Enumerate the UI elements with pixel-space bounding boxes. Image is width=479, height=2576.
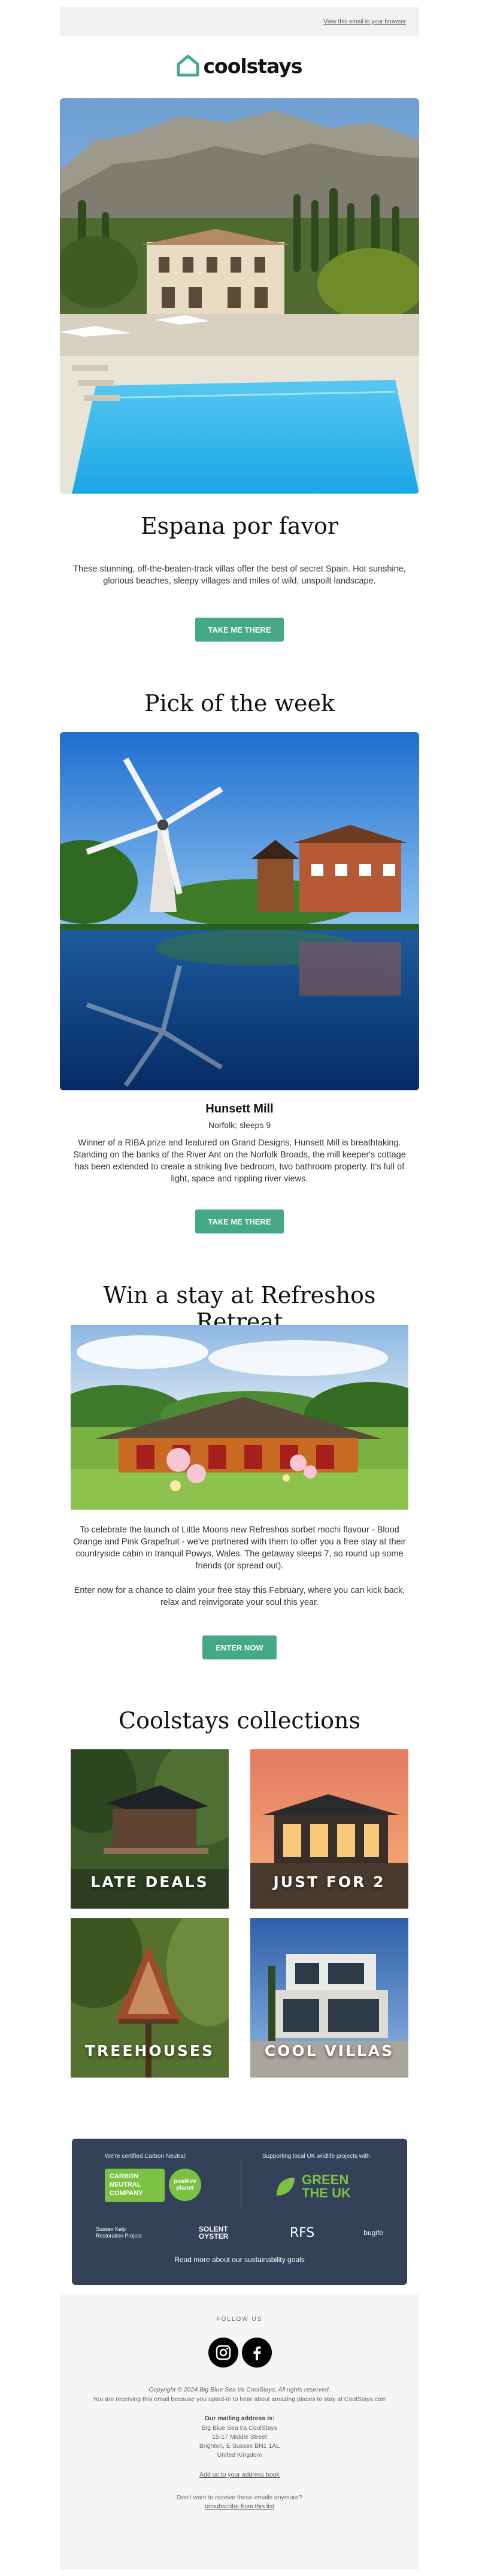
sustainability-link[interactable]: Read more about our sustainability goals (72, 2255, 407, 2264)
preheader-bar: View this email in your browser (60, 7, 419, 36)
footer: FOLLOW US Copyright © 2024 Big Blue Sea … (60, 2294, 419, 2570)
collection-label: TREEHOUSES (84, 2042, 215, 2060)
collection-late-deals[interactable]: LATE DEALS (71, 1749, 229, 1909)
collection-label: COOL VILLAS (264, 2042, 395, 2060)
enter-now-button[interactable]: ENTER NOW (202, 1635, 277, 1659)
collection-cool-villas[interactable]: COOL VILLAS (250, 1918, 408, 2078)
pick-text: Winner of a RIBA prize and featured on G… (73, 1138, 406, 1184)
sussex-kelp-logo: Sussex Kelp Restoration Project (96, 2226, 142, 2239)
add-to-address-book-link[interactable]: Add us to your address book (60, 2471, 419, 2480)
follow-us-label: FOLLOW US (216, 2316, 263, 2323)
brand-name: coolstays (203, 54, 302, 78)
unsubscribe-question: Don't want to receive these emails anymo… (177, 2494, 302, 2501)
instagram-icon[interactable] (208, 2338, 238, 2368)
carbon-neutral-heading: We're certified Carbon Neutral: (105, 2153, 187, 2160)
rfs-logo: RFS (289, 2225, 315, 2241)
copyright-text: Copyright © 2024 Big Blue Sea t/a CoolSt… (148, 2386, 331, 2393)
hero-cta-button[interactable]: TAKE ME THERE (195, 618, 284, 642)
address-line: Brighton, E Sussex BN1 1AL (199, 2442, 280, 2450)
collection-label: JUST FOR 2 (273, 1873, 386, 1891)
pick-location: Norfolk; sleeps 9 (208, 1120, 271, 1130)
buglife-logo: bugife (363, 2229, 383, 2237)
hero-villa-image[interactable] (60, 98, 419, 494)
brand-logo[interactable]: coolstays (168, 49, 311, 83)
solent-oyster-logo: SOLENT OYSTER (198, 2225, 229, 2241)
carbon-neutral-badge: CARBON NEUTRAL COMPANY (105, 2169, 165, 2202)
green-the-uk-logo: GREEN THE UK (274, 2173, 368, 2200)
facebook-icon[interactable] (242, 2338, 272, 2368)
pick-cta-button[interactable]: TAKE ME THERE (195, 1210, 284, 1233)
address-line: Big Blue Sea t/a CoolStays (201, 2424, 278, 2432)
refreshos-retreat-image[interactable] (71, 1325, 408, 1510)
pick-property-name: Hunsett Mill (205, 1102, 274, 1115)
collections-heading: Coolstays collections (119, 1707, 360, 1734)
house-logo-icon (177, 55, 199, 77)
partner-logos: Sussex Kelp Restoration Project SOLENT O… (96, 2224, 383, 2242)
address-line: United Kingdom (217, 2451, 262, 2459)
sustainability-banner[interactable]: We're certified Carbon Neutral: Supporti… (72, 2139, 407, 2285)
collection-just-for-2[interactable]: JUST FOR 2 (250, 1749, 408, 1909)
leaf-icon (277, 2178, 295, 2196)
competition-text-2: Enter now for a chance to claim your fre… (74, 1586, 405, 1607)
mailing-address-heading: Our mailing address is: (204, 2415, 275, 2422)
collection-treehouses[interactable]: TREEHOUSES (71, 1918, 229, 2078)
opt-in-reason: You are receiving this email because you… (92, 2396, 387, 2403)
email-page: View this email in your browser coolstay… (0, 0, 479, 2576)
hero-title: Espana por favor (140, 513, 339, 539)
address-line: 15-17 Middle Street (212, 2433, 267, 2441)
unsubscribe-link[interactable]: unsubscribe from this list (60, 2502, 419, 2511)
collection-label: LATE DEALS (90, 1873, 209, 1891)
view-in-browser-link[interactable]: View this email in your browser (323, 19, 406, 25)
wildlife-projects-heading: Supporting local UK wildlife projects wi… (262, 2153, 370, 2160)
hunsett-mill-image[interactable] (60, 732, 419, 1090)
hero-text: These stunning, off-the-beaten-track vil… (73, 564, 406, 586)
pick-heading: Pick of the week (144, 690, 335, 716)
positive-planet-badge: positive planet (169, 2169, 201, 2201)
competition-text-1: To celebrate the launch of Little Moons … (73, 1525, 406, 1571)
